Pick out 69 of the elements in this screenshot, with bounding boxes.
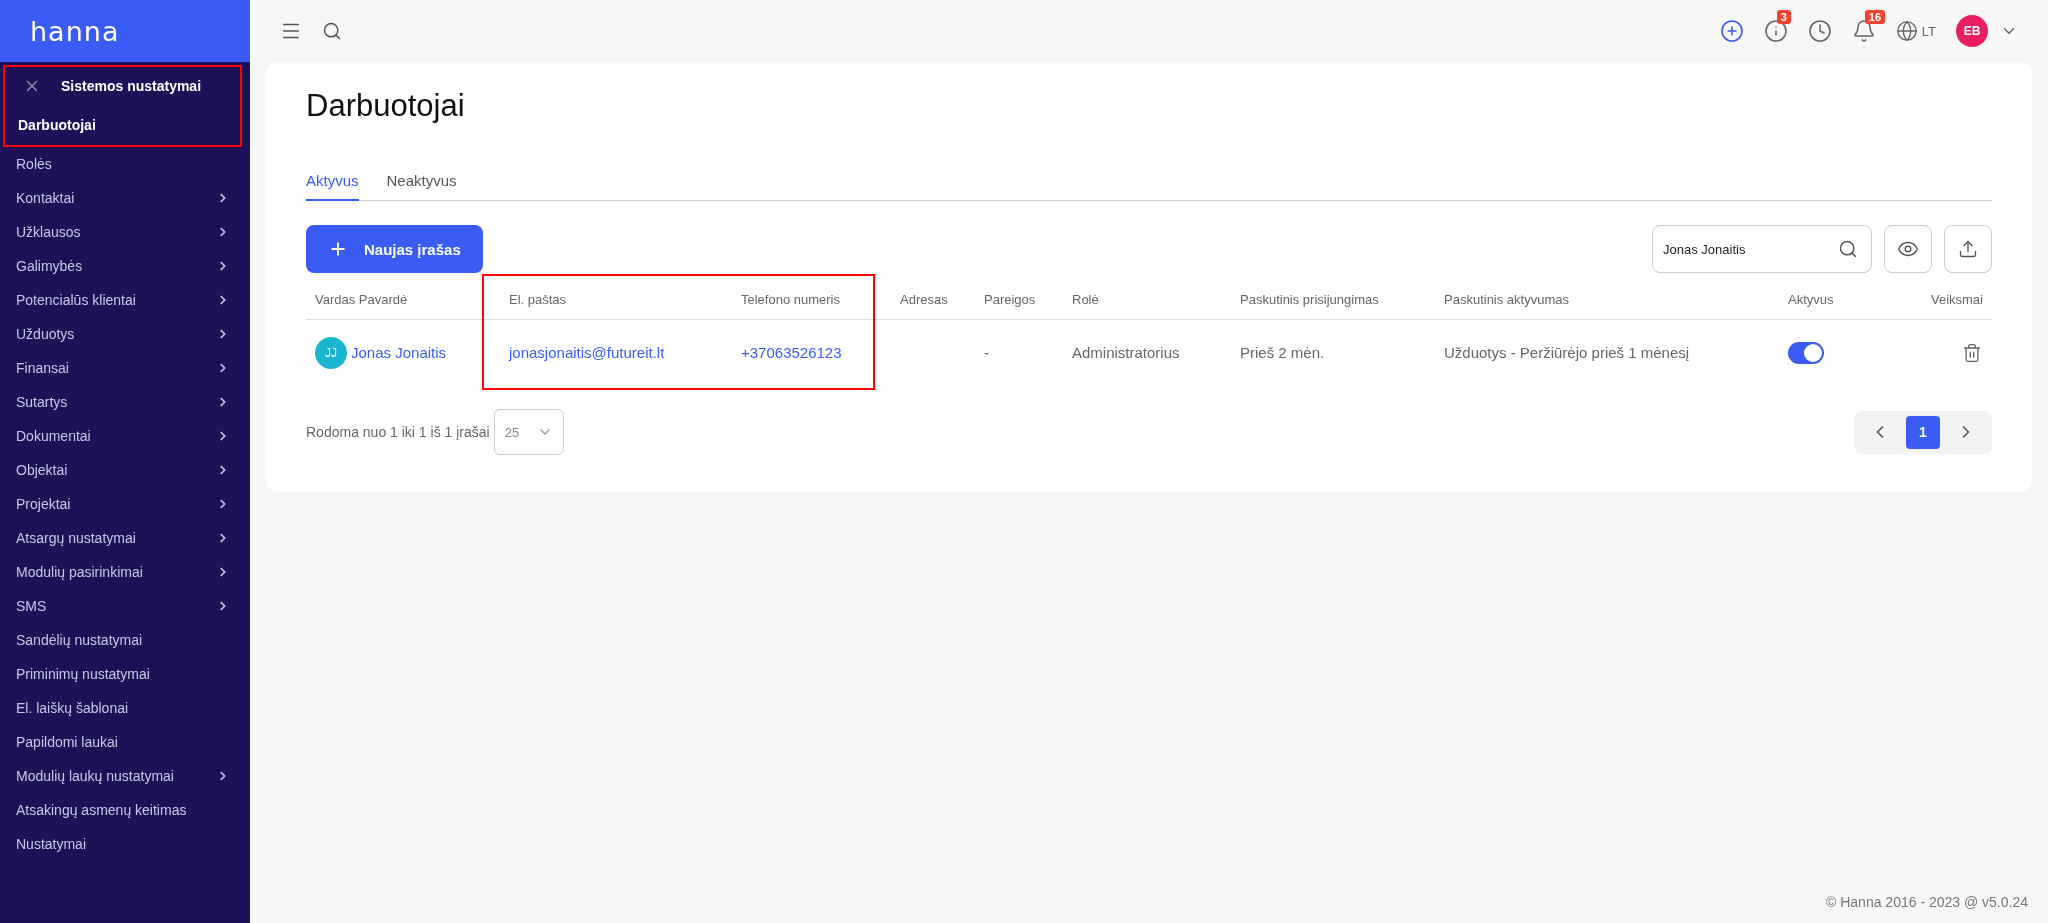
sidebar-item[interactable]: Sandėlių nustatymai [0, 623, 250, 657]
column-header: Paskutinis prisijungimas [1239, 291, 1380, 307]
add-icon[interactable] [1719, 19, 1744, 43]
page-title: Darbuotojai [306, 88, 466, 124]
sidebar-item[interactable]: Kontaktai [0, 181, 250, 215]
table-cell-link[interactable]: jonasjonaitis@futureit.lt [500, 344, 674, 361]
count-badge: 16 [1864, 10, 1886, 24]
page-button[interactable]: 1 [1906, 415, 1940, 449]
page-size-select[interactable]: 25 [493, 409, 564, 455]
employee-name-link[interactable]: Jonas Jonaitis [351, 344, 456, 361]
logo: hanna [30, 15, 120, 47]
clock-icon[interactable] [1807, 19, 1832, 43]
sidebar-item[interactable]: Užklausos [0, 215, 250, 249]
sidebar-item[interactable]: Modulių pasirinkimai [0, 555, 250, 589]
sidebar-item[interactable]: Finansai [0, 351, 250, 385]
count-badge: 3 [1776, 10, 1791, 24]
visibility-button[interactable] [1884, 225, 1932, 273]
sidebar-item[interactable]: Užduotys [0, 317, 250, 351]
info-icon[interactable] [1763, 19, 1788, 43]
column-header: Aktyvus [1787, 291, 1835, 307]
sidebar-item[interactable]: Galimybės [0, 249, 250, 283]
globe-icon[interactable] [1895, 20, 1918, 42]
column-header: Veiksmai [1929, 291, 1984, 307]
table-cell-text: - [983, 344, 990, 361]
sidebar-item[interactable]: SMS [0, 589, 250, 623]
table-cell-text: Prieš 2 mėn. [1239, 344, 1326, 361]
new-record-button[interactable]: Naujas įrašas [306, 225, 483, 273]
section-title: Sistemos nustatymai [61, 78, 202, 94]
pagination-summary: Rodoma nuo 1 iki 1 iš 1 įrašai [306, 424, 490, 440]
active-toggle[interactable] [1788, 341, 1824, 364]
bell-icon[interactable] [1851, 19, 1876, 43]
sidebar-item[interactable]: Projektai [0, 487, 250, 521]
column-header: Pareigos [983, 291, 1037, 307]
sidebar-item[interactable]: El. laiškų šablonai [0, 691, 250, 725]
sidebar-item[interactable]: Potencialūs klientai [0, 283, 250, 317]
column-header: El. paštas [508, 291, 568, 307]
sidebar-item[interactable]: Objektai [0, 453, 250, 487]
sidebar-item[interactable]: Sutartys [0, 385, 250, 419]
language-label[interactable]: LT [1921, 23, 1936, 39]
sidebar-item[interactable]: Priminimų nustatymai [0, 657, 250, 691]
sidebar-item[interactable]: Atsargų nustatymai [0, 521, 250, 555]
trash-icon [1962, 342, 1982, 363]
upload-icon [1958, 239, 1978, 259]
search-icon[interactable] [322, 21, 342, 41]
column-header: Adresas [899, 291, 949, 307]
avatar-initials: JJ [315, 336, 347, 369]
table-cell-link[interactable]: +37063526123 [732, 344, 851, 361]
sidebar-item[interactable]: Darbuotojai [5, 105, 240, 145]
export-button[interactable] [1944, 225, 1992, 273]
search-field[interactable]: Jonas Jonaitis [1652, 225, 1872, 273]
sidebar-item[interactable]: Rolės [0, 147, 250, 181]
column-header: Vardas Pavardė [314, 291, 409, 307]
table-cell-text: Administratorius [1071, 344, 1181, 361]
sidebar-item[interactable]: Atsakingų asmenų keitimas [0, 793, 250, 827]
delete-button[interactable] [1962, 342, 1982, 363]
user-avatar[interactable]: EB [1956, 15, 1988, 47]
column-header: Paskutinis aktyvumas [1443, 291, 1570, 307]
tab[interactable]: Neaktyvus [386, 172, 457, 201]
sidebar-item[interactable]: Dokumentai [0, 419, 250, 453]
column-header: Telefono numeris [740, 291, 841, 307]
column-header: Rolė [1071, 291, 1100, 307]
sidebar-item[interactable]: Nustatymai [0, 827, 250, 861]
table-cell-text: Užduotys - Peržiūrėjo prieš 1 mėnesį [1443, 344, 1691, 361]
sidebar-item[interactable]: Papildomi laukai [0, 725, 250, 759]
tab[interactable]: Aktyvus [306, 172, 359, 201]
sidebar-item[interactable]: Modulių laukų nustatymai [0, 759, 250, 793]
plus-icon [328, 239, 348, 259]
search-icon[interactable] [1838, 239, 1858, 259]
footer-text: © Hanna 2016 - 2023 @ v5.0.24 [1826, 894, 2028, 910]
